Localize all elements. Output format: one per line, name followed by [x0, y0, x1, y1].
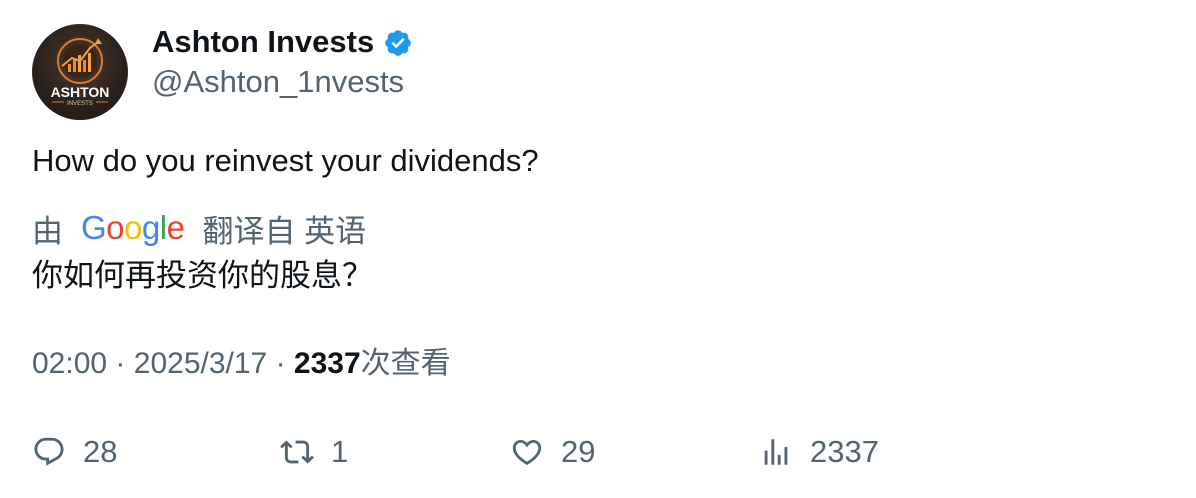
tweet-time[interactable]: 02:00	[32, 347, 107, 380]
author-handle[interactable]: @Ashton_1nvests	[152, 64, 413, 100]
tweet-date[interactable]: 2025/3/17	[134, 347, 267, 380]
retweet-button[interactable]: 1	[280, 430, 348, 474]
reply-icon	[34, 437, 64, 466]
like-button[interactable]: 29	[510, 430, 595, 474]
avatar-logo-icon: ASHTON INVESTS	[51, 38, 110, 107]
verified-badge-icon[interactable]	[383, 28, 413, 58]
tweet-meta: 02:00 · 2025/3/17 · 2337次查看	[32, 345, 451, 383]
avatar-brand-subtext: INVESTS	[67, 101, 93, 107]
reply-button[interactable]: 28	[32, 430, 117, 474]
translated-text: 你如何再投资你的股息？	[32, 258, 373, 293]
views-count: 2337	[810, 434, 879, 469]
avatar[interactable]: ASHTON INVESTS	[32, 24, 128, 120]
google-logo: Google	[81, 209, 185, 246]
translation-attribution[interactable]: 由 Google 翻译自 英语	[32, 208, 367, 249]
display-name-row: Ashton Invests	[152, 24, 413, 60]
tweet-text: How do you reinvest your dividends?	[32, 143, 539, 178]
tweet-header: ASHTON INVESTS Ashton Invests @Ashton_1n…	[32, 24, 413, 120]
retweet-count: 1	[331, 434, 349, 469]
action-bar: 28 1 29 2337	[32, 430, 1162, 474]
author-names: Ashton Invests @Ashton_1nvests	[152, 24, 413, 120]
avatar-brand-text: ASHTON	[51, 84, 110, 100]
views-button[interactable]: 2337	[759, 430, 879, 474]
translation-prefix: 由	[32, 213, 63, 249]
retweet-icon	[280, 440, 314, 464]
meta-views-label: 次查看	[360, 347, 451, 380]
like-count: 29	[561, 434, 596, 469]
meta-separator: ·	[115, 347, 126, 380]
analytics-icon	[764, 439, 788, 465]
heart-icon	[512, 439, 542, 465]
display-name[interactable]: Ashton Invests	[152, 24, 374, 60]
reply-count: 28	[83, 434, 118, 469]
meta-separator: ·	[275, 347, 286, 380]
meta-views-count: 2337	[293, 347, 361, 380]
translation-suffix: 翻译自 英语	[202, 213, 367, 249]
